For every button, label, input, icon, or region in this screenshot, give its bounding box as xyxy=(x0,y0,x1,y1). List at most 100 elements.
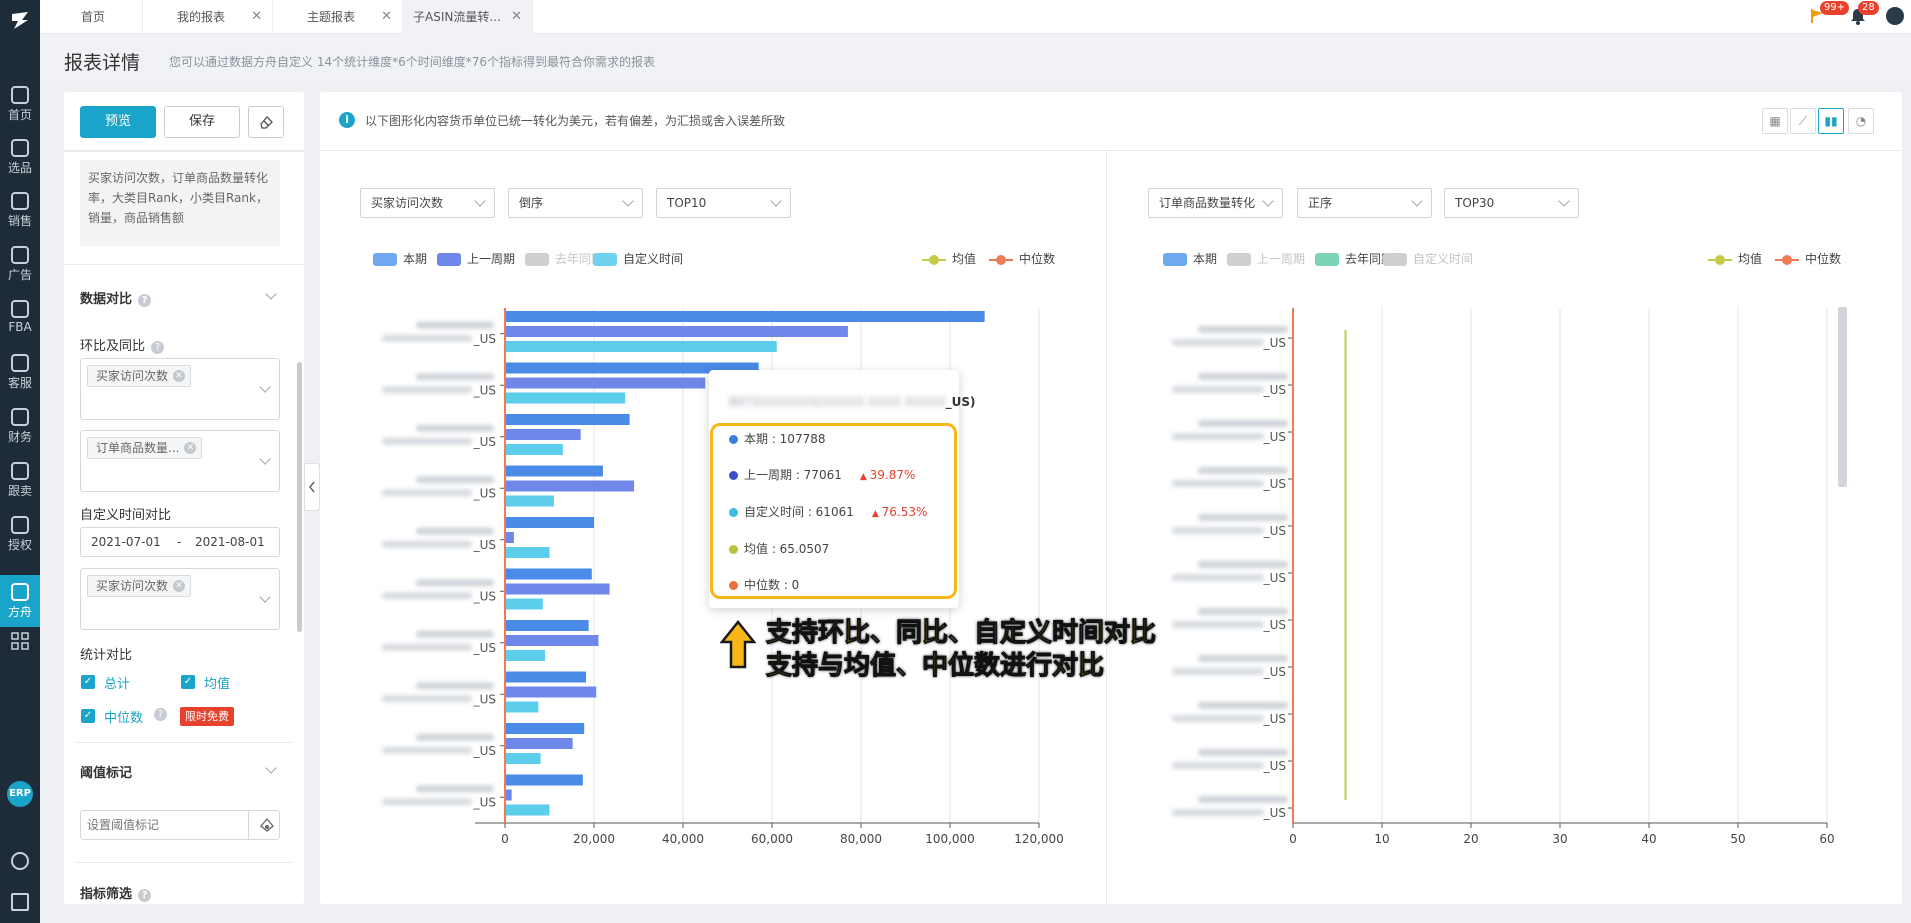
logo-icon[interactable] xyxy=(8,8,32,32)
nav-item-follow-sell[interactable]: 跟卖 xyxy=(0,454,40,506)
right-top-select[interactable]: TOP30 xyxy=(1444,188,1579,218)
nav-item-ad[interactable]: 广告 xyxy=(0,238,40,290)
chart-tooltip: B07XXXXXXXX(XXXXX XXXX XXXXX_US) 本期 : 10… xyxy=(709,370,976,608)
date-start[interactable]: 2021-07-01 xyxy=(91,528,161,556)
legend-item[interactable]: 本期 xyxy=(373,250,427,267)
legend-item[interactable]: 自定义时间 xyxy=(1383,250,1473,267)
custom-time-metric-select[interactable]: 买家访问次数 ✕ xyxy=(80,568,280,630)
legend-item[interactable]: 本期 xyxy=(1163,250,1217,267)
question-icon[interactable]: ? xyxy=(138,294,152,307)
select-value: TOP10 xyxy=(667,196,707,210)
custom-time-compare-label: 自定义时间对比 xyxy=(80,508,172,523)
metric-filter-title[interactable]: 指标筛选? xyxy=(80,883,152,902)
left-metric-select[interactable]: 买家访问次数 xyxy=(360,188,495,218)
eraser-button[interactable] xyxy=(248,106,284,138)
blurred-product-name xyxy=(416,733,494,741)
nav-item-label: 广告 xyxy=(7,268,32,282)
collapse-panel-button[interactable] xyxy=(304,463,320,511)
gift-icon[interactable] xyxy=(11,893,29,911)
question-icon[interactable]: ? xyxy=(151,341,165,354)
legend-line-item[interactable]: 中位数 xyxy=(989,250,1055,267)
row-suffix-label: _US xyxy=(473,538,496,552)
blurred-product-asin xyxy=(1172,762,1264,769)
total-checkbox-label[interactable]: 总计 xyxy=(104,673,130,692)
median-checkbox[interactable]: ✓ xyxy=(81,709,95,723)
right-chart-scrollbar[interactable] xyxy=(1838,307,1847,487)
chevron-down-icon[interactable] xyxy=(265,762,277,774)
nav-item-service[interactable]: 客服 xyxy=(0,346,40,398)
mean-checkbox[interactable]: ✓ xyxy=(181,675,195,689)
threshold-title[interactable]: 阈值标记 xyxy=(80,762,132,781)
preview-button[interactable]: 预览 xyxy=(80,106,156,138)
remove-tag-icon[interactable]: ✕ xyxy=(184,442,197,454)
blurred-product-name xyxy=(1198,326,1288,333)
legend-item[interactable]: 自定义时间 xyxy=(593,250,683,267)
tab-child-asin-traffic[interactable]: 子ASIN流量转... ✕ xyxy=(403,0,533,34)
yoy-metric-select[interactable]: 订单商品数量... ✕ xyxy=(80,430,280,492)
close-icon[interactable]: ✕ xyxy=(381,0,392,34)
data-compare-title[interactable]: 数据对比? xyxy=(80,288,152,307)
nav-item-search[interactable]: 选品 xyxy=(0,131,40,183)
right-metric-select[interactable]: 订单商品数量转化 xyxy=(1148,188,1283,218)
erp-badge[interactable]: ERP xyxy=(7,781,33,807)
question-icon[interactable]: ? xyxy=(138,889,152,902)
page-title: 报表详情 xyxy=(64,52,141,74)
remove-tag-icon[interactable]: ✕ xyxy=(173,580,186,592)
median-checkbox-label[interactable]: 中位数 xyxy=(104,707,143,726)
follow-sell-icon xyxy=(11,462,29,480)
close-icon[interactable]: ✕ xyxy=(511,0,522,34)
threshold-input-group xyxy=(80,810,280,840)
report-config-panel: 预览 保存 买家访问次数，订单商品数量转化率，大类目Rank，小类目Rank，销… xyxy=(64,92,304,904)
blurred-product-name xyxy=(1198,655,1288,662)
help-icon[interactable] xyxy=(11,852,29,870)
nav-item-ark[interactable]: 方舟 xyxy=(0,575,40,627)
apps-grid-icon[interactable] xyxy=(11,632,29,650)
chevron-down-icon xyxy=(259,591,271,603)
close-icon[interactable]: ✕ xyxy=(251,0,262,34)
table-view-icon[interactable]: ▦ xyxy=(1762,108,1788,134)
legend-item[interactable]: 去年同期 xyxy=(525,250,603,267)
right-order-select[interactable]: 正序 xyxy=(1297,188,1432,218)
blurred-product-asin xyxy=(1172,386,1264,393)
remove-tag-icon[interactable]: ✕ xyxy=(173,370,186,382)
tab-home[interactable]: 首页 xyxy=(40,0,143,34)
nav-item-fba[interactable]: FBA xyxy=(0,292,40,344)
legend-line-item[interactable]: 中位数 xyxy=(1775,250,1841,267)
bar-view-icon[interactable]: ▮▮ xyxy=(1818,108,1844,134)
tab-theme-reports[interactable]: 主题报表 ✕ xyxy=(273,0,403,34)
date-range-picker[interactable]: 2021-07-01 - 2021-08-01 xyxy=(80,527,280,557)
threshold-color-icon[interactable] xyxy=(259,817,275,833)
mom-metric-select[interactable]: 买家访问次数 ✕ xyxy=(80,358,280,420)
nav-item-trend[interactable]: 销售 xyxy=(0,184,40,236)
nav-item-home[interactable]: 首页 xyxy=(0,78,40,130)
legend-item[interactable]: 去年同期 xyxy=(1315,250,1393,267)
panel-scrollbar[interactable] xyxy=(297,362,302,632)
line-view-icon[interactable]: ⟋ xyxy=(1790,108,1816,134)
bar-2 xyxy=(505,650,546,661)
total-checkbox[interactable]: ✓ xyxy=(81,675,95,689)
nav-item-finance[interactable]: 财务 xyxy=(0,400,40,452)
select-value: 正序 xyxy=(1308,196,1333,210)
left-order-select[interactable]: 倒序 xyxy=(508,188,643,218)
x-tick-label: 80,000 xyxy=(840,832,882,846)
date-end[interactable]: 2021-08-01 xyxy=(195,528,265,556)
threshold-input[interactable] xyxy=(81,811,249,839)
save-button[interactable]: 保存 xyxy=(164,106,240,138)
nav-item-shield[interactable]: 授权 xyxy=(0,508,40,560)
select-value: 倒序 xyxy=(519,196,544,210)
chevron-down-icon[interactable] xyxy=(265,288,277,300)
legend-item[interactable]: 上一周期 xyxy=(437,250,515,267)
pie-view-icon[interactable]: ◔ xyxy=(1848,108,1874,134)
left-top-select[interactable]: TOP10 xyxy=(656,188,791,218)
blurred-product-name xyxy=(1198,420,1288,427)
question-icon[interactable]: ? xyxy=(154,708,167,721)
blurred-product-asin xyxy=(382,489,472,497)
legend-line-item[interactable]: 均值 xyxy=(1708,250,1762,267)
user-avatar-icon[interactable] xyxy=(1886,7,1904,25)
legend-line-item[interactable]: 均值 xyxy=(922,250,976,267)
mean-checkbox-label[interactable]: 均值 xyxy=(204,673,230,692)
page-header: 报表详情 您可以通过数据方舟自定义 14个统计维度*6个时间维度*76个指标得到… xyxy=(40,34,1911,86)
tab-my-reports[interactable]: 我的报表 ✕ xyxy=(143,0,273,34)
legend-item[interactable]: 上一周期 xyxy=(1227,250,1305,267)
x-tick-label: 60,000 xyxy=(751,832,793,846)
